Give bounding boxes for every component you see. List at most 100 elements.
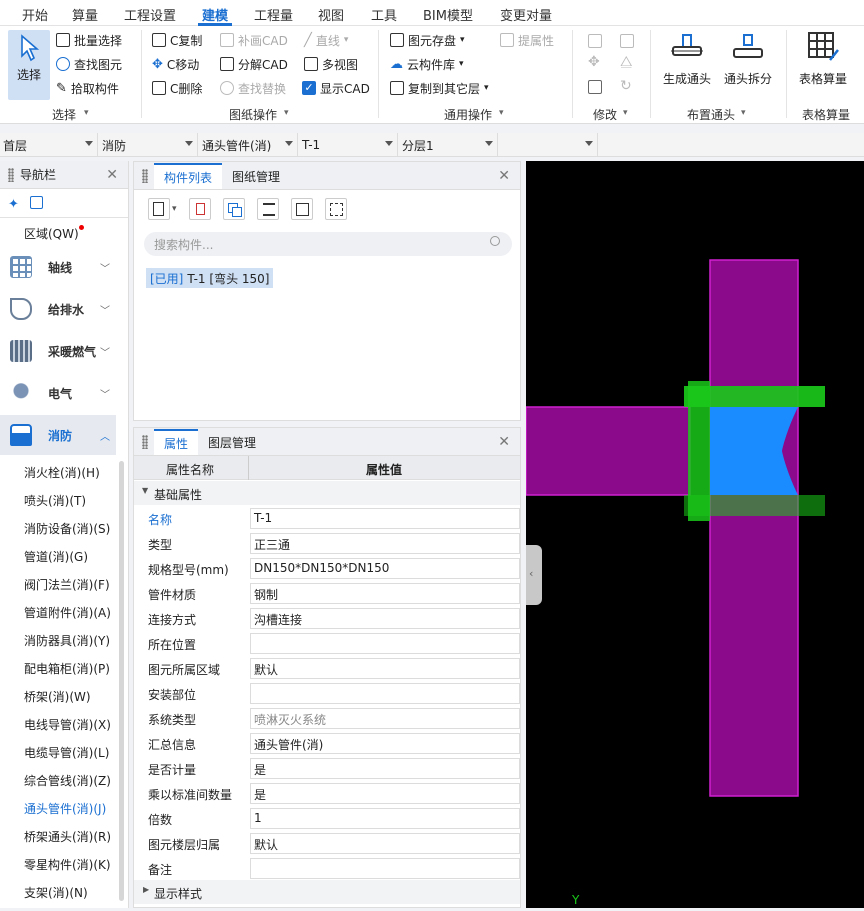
decompose-cad-button[interactable]: 分解CAD [220, 54, 288, 74]
layer-filter-icon[interactable] [256, 198, 279, 220]
import-component-icon[interactable] [290, 198, 313, 220]
property-value-field[interactable]: 沟槽连接 [250, 608, 520, 629]
component-select[interactable]: T-1 [299, 133, 398, 157]
modify-group-chevron-icon[interactable]: ▾ [623, 108, 628, 118]
nav-category-fire[interactable]: 消防 ︿ [0, 415, 116, 455]
modify-delete-icon[interactable] [588, 80, 602, 94]
nav-category-axis[interactable]: 轴线 ﹀ [0, 247, 116, 287]
property-value-field[interactable] [250, 633, 520, 654]
straight-line-button[interactable]: ╱ 直线 ▾ [304, 30, 348, 50]
modify-copy-icon[interactable] [588, 34, 602, 48]
nav-subitem[interactable]: 桥架(消)(W) [24, 688, 91, 705]
tab-component-list[interactable]: 构件列表 [154, 163, 223, 189]
nav-subitem[interactable]: 通头管件(消)(J) [24, 800, 106, 817]
generate-fitting-button[interactable]: 生成通头 [662, 32, 712, 87]
nav-subitem[interactable]: 消火栓(消)(H) [24, 464, 100, 481]
nav-category-plumbing[interactable]: 给排水 ﹀ [0, 289, 116, 329]
nav-category-electrical[interactable]: 电气 ﹀ [0, 373, 116, 413]
menu-bim-model[interactable]: BIM模型 [423, 5, 473, 24]
select-button[interactable]: 选择 [8, 34, 50, 83]
panel-collapse-handle[interactable]: ‹ [526, 545, 542, 605]
modify-mirror-icon[interactable] [620, 34, 634, 48]
nav-subitem[interactable]: 消防设备(消)(S) [24, 520, 110, 537]
nav-subitem[interactable]: 电线导管(消)(X) [24, 716, 111, 733]
c-move-button[interactable]: ✥ C移动 [152, 54, 199, 74]
add-icon[interactable]: ✦ [8, 197, 19, 212]
supplement-cad-button[interactable]: 补画CAD [220, 30, 288, 50]
menu-modeling[interactable]: 建模 [202, 5, 228, 24]
nav-scrollbar[interactable] [119, 461, 124, 901]
modify-move-icon[interactable]: ✥ [588, 54, 600, 70]
property-value-field[interactable]: 正三通 [250, 533, 520, 554]
discipline-select[interactable]: 消防 [99, 133, 198, 157]
pick-component-button[interactable]: ✎ 拾取构件 [56, 78, 119, 98]
nav-subitem[interactable]: 综合管线(消)(Z) [24, 772, 111, 789]
property-value-field[interactable]: 默认 [250, 833, 520, 854]
chevron-down-icon[interactable]: ▾ [172, 204, 177, 214]
section-display-style[interactable]: ▶ 显示样式 [134, 880, 520, 904]
select-group-chevron-icon[interactable]: ▾ [84, 108, 89, 118]
property-value-field[interactable] [250, 858, 520, 879]
nav-category-heating[interactable]: 采暖燃气 ﹀ [0, 331, 116, 371]
component-list-item[interactable]: [已用] T-1 [弯头 150] [146, 268, 274, 288]
nav-region-item[interactable]: 区域(QW) [24, 225, 84, 242]
floor-select[interactable]: 首层 [0, 133, 98, 157]
property-value-field[interactable]: 喷淋灭火系统 [250, 708, 520, 729]
nav-subitem[interactable]: 管道(消)(G) [24, 548, 88, 565]
c-delete-button[interactable]: C删除 [152, 78, 202, 98]
property-value-field[interactable]: 是 [250, 758, 520, 779]
empty-select[interactable] [499, 133, 598, 157]
property-value-field[interactable]: 钢制 [250, 583, 520, 604]
drawing-canvas[interactable]: Y [525, 161, 864, 908]
nav-subitem[interactable]: 阀门法兰(消)(F) [24, 576, 110, 593]
drag-grip-icon[interactable] [8, 167, 14, 182]
cloud-library-button[interactable]: ☁ 云构件库 ▾ [390, 54, 464, 74]
type-select[interactable]: 通头管件(消) [199, 133, 298, 157]
table-calc-button[interactable]: 表格算量 [796, 30, 850, 87]
batch-select-button[interactable]: 批量选择 [56, 30, 122, 50]
drag-grip-icon[interactable] [142, 168, 148, 183]
section-basic-attributes[interactable]: ▼ 基础属性 [134, 481, 520, 505]
c-copy-button[interactable]: C复制 [152, 30, 202, 50]
copy-component-icon[interactable] [222, 198, 245, 220]
property-value-field[interactable]: 是 [250, 783, 520, 804]
show-cad-checkbox[interactable]: ✓ 显示CAD [302, 78, 370, 98]
modify-flip-icon[interactable]: ⧋ [620, 54, 633, 70]
close-icon[interactable]: ✕ [106, 167, 118, 183]
menu-view[interactable]: 视图 [318, 5, 344, 24]
property-value-field[interactable]: T-1 [250, 508, 520, 529]
nav-subitem[interactable]: 喷头(消)(T) [24, 492, 86, 509]
export-component-icon[interactable] [324, 198, 347, 220]
property-value-field[interactable] [250, 683, 520, 704]
menu-change-compare[interactable]: 变更对量 [500, 5, 552, 24]
tab-properties[interactable]: 属性 [154, 429, 199, 455]
menu-project-settings[interactable]: 工程设置 [124, 5, 176, 24]
menu-calc[interactable]: 算量 [72, 5, 98, 24]
property-value-field[interactable]: 1 [250, 808, 520, 829]
drag-grip-icon[interactable] [142, 434, 148, 449]
property-value-field[interactable]: DN150*DN150*DN150 [250, 558, 520, 579]
close-icon[interactable]: ✕ [498, 168, 510, 184]
menu-tools[interactable]: 工具 [371, 5, 397, 24]
modify-rotate-icon[interactable]: ↻ [620, 78, 632, 94]
nav-subitem[interactable]: 消防器具(消)(Y) [24, 632, 110, 649]
drawing-group-chevron-icon[interactable]: ▾ [284, 108, 289, 118]
menu-start[interactable]: 开始 [22, 5, 48, 24]
general-group-chevron-icon[interactable]: ▾ [499, 108, 504, 118]
nav-subitem[interactable]: 电缆导管(消)(L) [24, 744, 109, 761]
delete-component-icon[interactable] [188, 198, 211, 220]
menu-quantity[interactable]: 工程量 [254, 5, 293, 24]
tab-drawing-management[interactable]: 图纸管理 [222, 163, 290, 189]
copy-to-floor-button[interactable]: 复制到其它层 ▾ [390, 78, 489, 98]
nav-subitem[interactable]: 配电箱柜(消)(P) [24, 660, 110, 677]
extract-attr-button[interactable]: 提属性 [500, 30, 554, 50]
find-replace-button[interactable]: 查找替换 [220, 78, 286, 98]
edit-icon[interactable] [30, 196, 43, 209]
find-element-button[interactable]: 查找图元 [56, 54, 122, 74]
close-icon[interactable]: ✕ [498, 434, 510, 450]
tab-layer-management[interactable]: 图层管理 [198, 429, 266, 455]
nav-subitem[interactable]: 桥架通头(消)(R) [24, 828, 111, 845]
multi-view-button[interactable]: 多视图 [304, 54, 358, 74]
component-search-input[interactable]: 搜索构件... [144, 232, 512, 256]
split-fitting-button[interactable]: 通头拆分 [723, 32, 773, 87]
